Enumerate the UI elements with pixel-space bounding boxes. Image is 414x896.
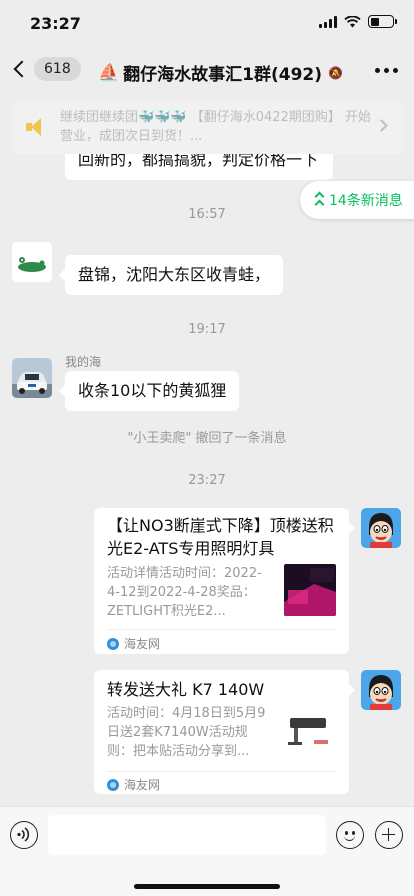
chat-header: 618 ⛵ 翻仔海水故事汇1群(492) 🔕 <box>0 48 414 94</box>
message-bubble[interactable]: 收条10以下的黄狐狸 <box>58 371 240 411</box>
card-source: 海友网 <box>107 635 160 652</box>
status-bar: 23:27 <box>0 0 414 48</box>
source-logo-icon <box>107 637 119 650</box>
card-description: 活动时间：4月18日到5月9日送2套K7140W活动规则：把本贴活动分享到... <box>107 706 266 759</box>
group-announcement-banner[interactable]: 继续团继续团🐳🐳🐳 【翻仔海水0422期团购】 开始营业，成团次日到货！... <box>12 100 404 154</box>
card-thumbnail <box>284 564 336 616</box>
link-card[interactable]: 【让NO3断崖式下降】顶楼送积光E2-ATS专用照明灯具 活动详情活动时间：20… <box>94 508 355 654</box>
message-bubble-partial[interactable]: 回新的，都搞搞貌，判定价格一下 <box>65 154 333 180</box>
back-button[interactable]: 618 <box>12 57 81 81</box>
message-text-input[interactable] <box>48 815 326 855</box>
card-title: 转发送大礼 K7 140W <box>107 680 265 699</box>
announcement-text: 继续团继续团🐳🐳🐳 【翻仔海水0422期团购】 开始营业，成团次日到货！... <box>60 110 371 144</box>
recall-notice: "小王卖爬" 撤回了一条消息 <box>127 431 287 446</box>
battery-icon <box>368 15 397 28</box>
status-icons <box>319 15 397 28</box>
message-bubble[interactable]: 盘锦，沈阳大东区收青蛙， <box>58 255 284 295</box>
source-logo-icon <box>107 778 119 791</box>
link-card[interactable]: 转发送大礼 K7 140W 活动时间：4月18日到5月9日送2套K7140W活动… <box>94 670 355 794</box>
card-source-label: 海友网 <box>124 637 161 651</box>
message-input-bar <box>0 806 414 896</box>
cellular-signal-icon <box>319 15 337 28</box>
avatar-self[interactable] <box>361 508 401 548</box>
timestamp: 16:57 <box>188 207 226 222</box>
avatar-frog[interactable] <box>12 242 52 282</box>
more-options-button[interactable] <box>375 68 398 73</box>
card-thumbnail <box>284 706 336 758</box>
message-text: 盘锦，沈阳大东区收青蛙， <box>78 265 271 284</box>
avatar-car[interactable] <box>12 358 52 398</box>
card-divider <box>107 771 336 772</box>
timestamp: 19:17 <box>188 322 226 337</box>
unread-count-badge: 618 <box>34 57 81 81</box>
card-divider <box>107 629 336 630</box>
card-description: 活动详情活动时间：2022-4-12到2022-4-28奖品：ZETLIGHT积… <box>107 566 262 619</box>
speaker-icon <box>26 117 48 137</box>
avatar-self[interactable] <box>361 670 401 710</box>
emoji-button[interactable] <box>336 821 364 849</box>
voice-input-button[interactable] <box>10 821 38 849</box>
status-time: 23:27 <box>30 14 81 33</box>
timestamp: 23:27 <box>188 473 226 488</box>
back-chevron-icon <box>13 60 31 78</box>
mute-bell-icon: 🔕 <box>328 65 343 80</box>
sender-name: 我的海 <box>65 355 102 369</box>
chat-title-text: 翻仔海水故事汇1群(492) <box>123 65 323 85</box>
chat-title: ⛵ 翻仔海水故事汇1群(492) 🔕 <box>98 60 343 86</box>
card-source-label: 海友网 <box>124 778 161 792</box>
more-actions-plus-button[interactable] <box>375 821 403 849</box>
card-title: 【让NO3断崖式下降】顶楼送积光E2-ATS专用照明灯具 <box>107 516 334 558</box>
message-text: 回新的，都搞搞貌，判定价格一下 <box>78 154 319 169</box>
message-text: 收条10以下的黄狐狸 <box>78 381 227 400</box>
voice-wave-icon <box>17 827 30 842</box>
wifi-icon <box>344 15 361 27</box>
card-source: 海友网 <box>107 776 160 793</box>
double-chevron-up-icon <box>314 191 325 209</box>
home-indicator <box>134 884 280 889</box>
sailboat-icon: ⛵ <box>98 62 120 83</box>
